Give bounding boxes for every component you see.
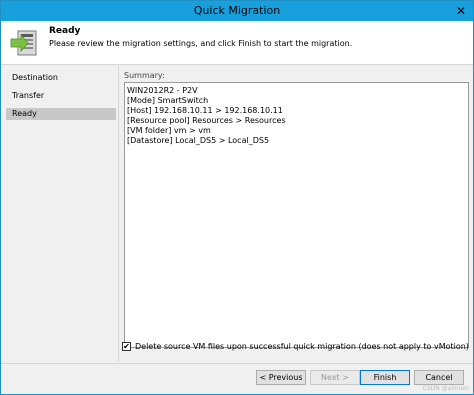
wizard-header: Ready Please review the migration settin… — [1, 21, 473, 65]
sidebar-item-destination[interactable]: Destination — [6, 72, 116, 84]
cancel-button[interactable]: Cancel — [414, 370, 464, 385]
delete-source-label: Delete source VM files upon successful q… — [135, 342, 469, 351]
title-bar[interactable]: Quick Migration ✕ — [1, 1, 473, 21]
close-icon[interactable]: ✕ — [453, 3, 469, 19]
summary-label: Summary: — [124, 71, 165, 80]
delete-source-checkbox[interactable]: ✔ — [122, 342, 131, 351]
summary-line: WIN2012R2 - P2V — [127, 86, 198, 95]
wizard-footer: < Previous Next > Finish Cancel CSDN @al… — [1, 363, 473, 394]
summary-line: [Host] 192.168.10.11 > 192.168.10.11 — [127, 106, 283, 115]
next-button[interactable]: Next > — [310, 370, 360, 385]
quick-migration-window: Quick Migration ✕ Ready Please review th… — [0, 0, 474, 395]
watermark-text: CSDN @alinuxc — [422, 385, 469, 392]
window-title: Quick Migration — [193, 4, 281, 17]
summary-line: [Resource pool] Resources > Resources — [127, 116, 286, 125]
step-description: Please review the migration settings, an… — [49, 39, 353, 48]
summary-line: [Mode] SmartSwitch — [127, 96, 209, 105]
summary-line: [Datastore] Local_DS5 > Local_DS5 — [127, 136, 270, 145]
step-title: Ready — [49, 26, 81, 36]
finish-button[interactable]: Finish — [360, 370, 410, 385]
summary-line: [VM folder] vm > vm — [127, 126, 211, 135]
previous-button[interactable]: < Previous — [256, 370, 306, 385]
summary-panel: Summary: WIN2012R2 - P2V [Mode] SmartSwi… — [120, 66, 473, 362]
sidebar-item-ready[interactable]: Ready — [6, 108, 116, 120]
sidebar-item-transfer[interactable]: Transfer — [6, 90, 116, 102]
summary-textbox[interactable]: WIN2012R2 - P2V [Mode] SmartSwitch [Host… — [124, 82, 469, 348]
migration-server-icon — [10, 30, 37, 56]
wizard-steps-sidebar: Destination Transfer Ready — [1, 66, 119, 362]
